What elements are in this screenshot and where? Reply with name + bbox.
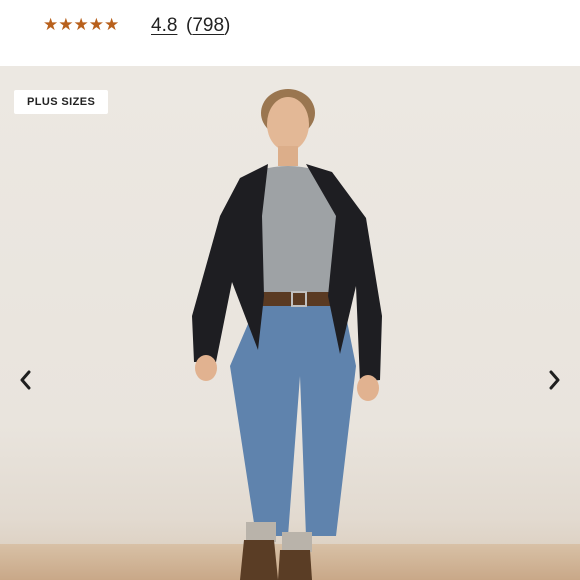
star-rating-icon: ★★★★★ [43, 15, 120, 35]
review-count-link[interactable]: (798) [186, 15, 230, 37]
product-image-carousel[interactable]: PLUS SIZES [0, 66, 580, 580]
next-image-button[interactable] [541, 364, 569, 396]
rating-summary: ★★★★★ 4.8 (798) [0, 0, 580, 66]
chevron-right-icon [549, 370, 560, 390]
product-photo-model [192, 89, 382, 580]
plus-sizes-badge: PLUS SIZES [14, 90, 109, 114]
previous-image-button[interactable] [11, 364, 39, 396]
chevron-left-icon [20, 370, 31, 390]
rating-value-link[interactable]: 4.8 [151, 15, 177, 37]
